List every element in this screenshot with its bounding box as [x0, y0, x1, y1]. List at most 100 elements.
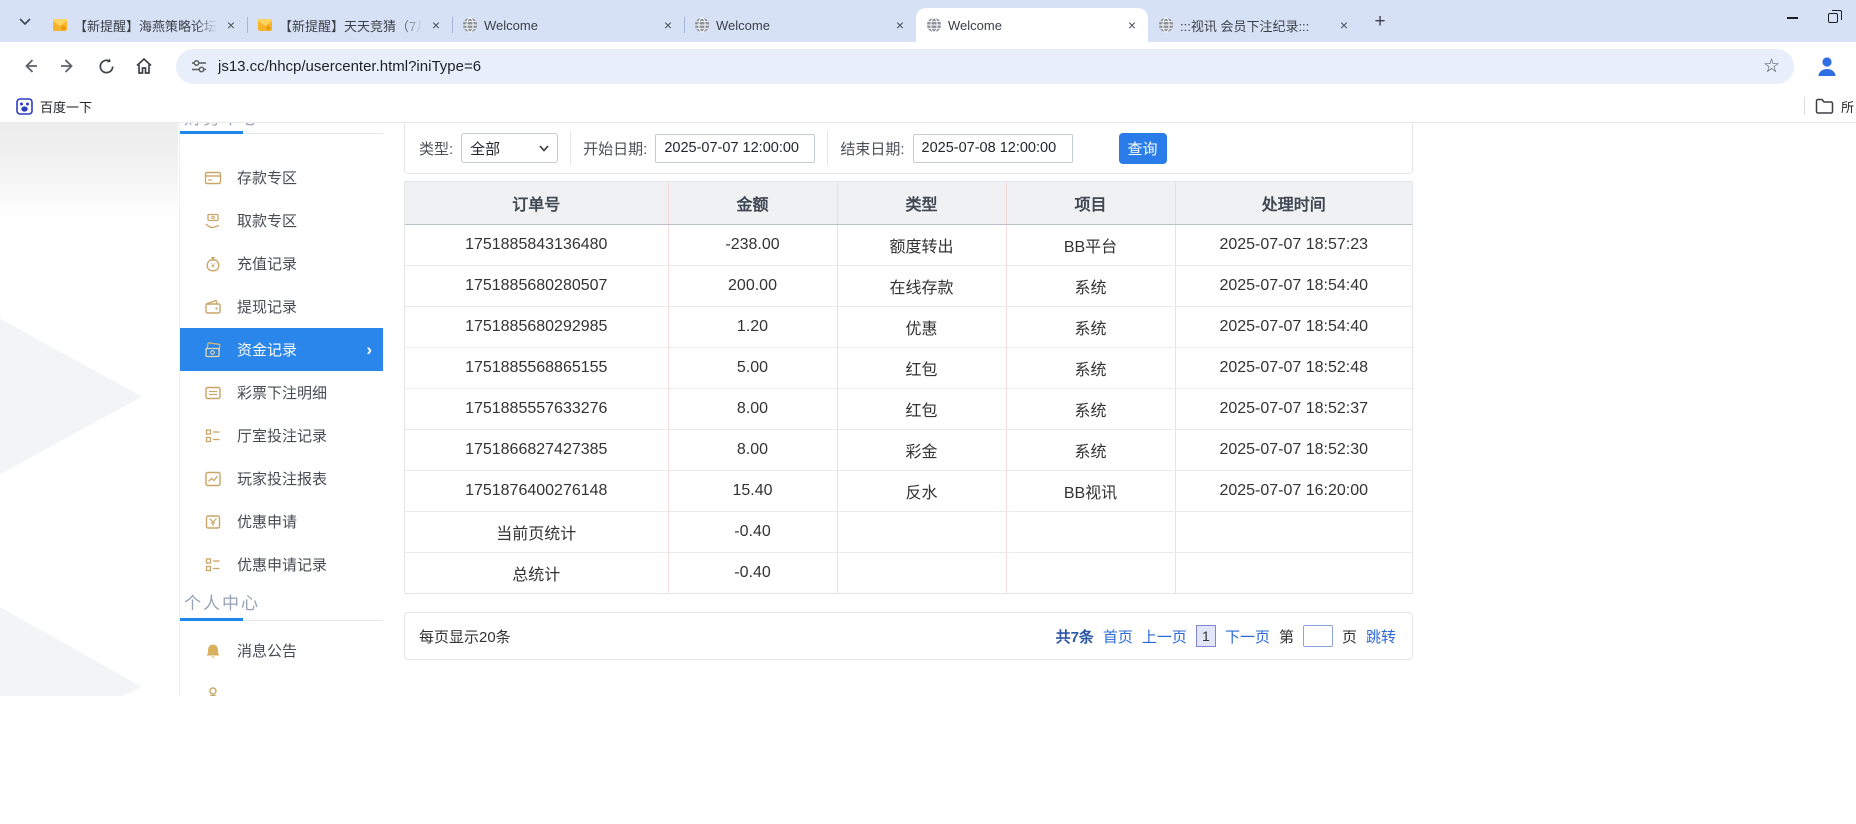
cell-order-id: 1751866827427385 — [405, 429, 668, 470]
browser-tab[interactable]: 【新提醒】天天竞猜（7月 × — [247, 8, 452, 42]
sidebar-item-messages[interactable]: 消息公告 — [180, 629, 383, 672]
reload-button[interactable] — [90, 50, 122, 82]
bookmarks-bar: 百度一下 所 — [0, 90, 1856, 123]
table-row: 17518855576332768.00红包系统2025-07-07 18:52… — [405, 388, 1412, 429]
sidebar-item-funds-record[interactable]: 资金记录 › — [180, 328, 383, 371]
globe-favicon-icon — [1158, 17, 1174, 33]
cell-type: 反水 — [837, 470, 1006, 511]
svg-text:¥: ¥ — [211, 262, 215, 269]
sidebar-item-label: 消息公告 — [237, 640, 297, 661]
tab-close-icon[interactable]: × — [223, 17, 239, 33]
url-text[interactable]: js13.cc/hhcp/usercenter.html?iniType=6 — [218, 58, 1755, 75]
sidebar-item-lottery-bet-detail[interactable]: 彩票下注明细 — [180, 371, 383, 414]
folder-icon — [1815, 98, 1834, 114]
cell-order-id: 1751876400276148 — [405, 470, 668, 511]
cell-project: BB视讯 — [1006, 470, 1175, 511]
tab-close-icon[interactable]: × — [1124, 17, 1140, 33]
tab-title: :::视讯 会员下注纪录::: — [1180, 16, 1330, 35]
cell-project: 系统 — [1006, 347, 1175, 388]
all-bookmarks-button[interactable]: 所 — [1815, 97, 1854, 116]
tab-search-button[interactable] — [8, 7, 42, 37]
cell-type: 红包 — [837, 388, 1006, 429]
cell-amount: 8.00 — [668, 429, 837, 470]
bookmark-star-icon[interactable]: ☆ — [1763, 55, 1780, 78]
browser-tab[interactable]: Welcome × — [684, 8, 916, 42]
window-minimize-button[interactable] — [1787, 17, 1798, 19]
start-date-input[interactable] — [655, 134, 815, 163]
first-page-link[interactable]: 首页 — [1103, 626, 1133, 647]
current-page-badge[interactable]: 1 — [1196, 625, 1216, 647]
cell-order-id: 1751885557633276 — [405, 388, 668, 429]
forward-button[interactable] — [52, 50, 84, 82]
browser-tab[interactable]: :::视讯 会员下注纪录::: × — [1148, 8, 1360, 42]
window-controls — [1769, 0, 1856, 36]
cell-type: 红包 — [837, 347, 1006, 388]
decorative-triangle — [0, 591, 142, 696]
tab-close-icon[interactable]: × — [428, 17, 444, 33]
sidebar-item-deposit-zone[interactable]: 存款专区 — [180, 156, 383, 199]
prev-page-link[interactable]: 上一页 — [1142, 626, 1187, 647]
tab-close-icon[interactable]: × — [892, 17, 908, 33]
sidebar-item-label: 彩票下注明细 — [237, 382, 327, 403]
browser-tab-active[interactable]: Welcome × — [916, 8, 1148, 42]
hand-money-icon — [204, 212, 222, 230]
sidebar-item-withdrawal-record[interactable]: 提现记录 — [180, 285, 383, 328]
sidebar-item-label: 优惠申请记录 — [237, 554, 327, 575]
decorative-triangle — [0, 281, 142, 491]
bell-icon — [204, 642, 222, 660]
globe-favicon-icon — [694, 17, 710, 33]
tab-close-icon[interactable]: × — [1336, 17, 1352, 33]
query-button[interactable]: 查询 — [1119, 133, 1167, 164]
browser-toolbar: js13.cc/hhcp/usercenter.html?iniType=6 ☆ — [0, 42, 1856, 90]
cell-amount: -0.40 — [668, 552, 837, 593]
sidebar-item-player-bet-report[interactable]: 玩家投注报表 — [180, 457, 383, 500]
end-date-label: 结束日期: — [840, 138, 904, 159]
cell-time: 2025-07-07 18:54:40 — [1175, 306, 1412, 347]
section-underline — [180, 131, 383, 134]
cell-amount: -0.40 — [668, 511, 837, 552]
section-underline — [180, 618, 383, 621]
sidebar-item-label: 玩家投注报表 — [237, 468, 327, 489]
browser-tab[interactable]: Welcome × — [452, 8, 684, 42]
sidebar-item-promo-apply-record[interactable]: 优惠申请记录 — [180, 543, 383, 586]
bookmark-baidu[interactable]: 百度一下 — [10, 94, 98, 119]
sidebar-item-withdraw-zone[interactable]: 取款专区 — [180, 199, 383, 242]
window-restore-button[interactable] — [1828, 13, 1838, 23]
sidebar-item-partial[interactable] — [180, 672, 383, 696]
tab-close-icon[interactable]: × — [660, 17, 676, 33]
address-bar[interactable]: js13.cc/hhcp/usercenter.html?iniType=6 ☆ — [176, 49, 1794, 84]
next-page-link[interactable]: 下一页 — [1225, 626, 1270, 647]
new-tab-button[interactable]: + — [1366, 8, 1394, 36]
table-row: 175187640027614815.40反水BB视讯2025-07-07 16… — [405, 470, 1412, 511]
tab-separator — [684, 17, 685, 33]
bookmarks-divider — [1804, 97, 1805, 115]
jump-button[interactable]: 跳转 — [1366, 626, 1396, 647]
back-button[interactable] — [14, 50, 46, 82]
cell-order-id: 1751885680280507 — [405, 265, 668, 306]
section-title: 个人中心 — [180, 592, 383, 616]
type-select[interactable]: 全部 — [461, 133, 558, 163]
all-bookmarks-label: 所 — [1841, 97, 1854, 116]
sidebar-item-promo-apply[interactable]: 优惠申请 — [180, 500, 383, 543]
sidebar-item-recharge-record[interactable]: ¥ 充值记录 — [180, 242, 383, 285]
type-label: 类型: — [419, 138, 453, 159]
browser-tab[interactable]: 【新提醒】海燕策略论坛综 × — [42, 8, 247, 42]
end-date-input[interactable] — [913, 134, 1073, 163]
cash-icon — [204, 341, 222, 359]
cell-amount: 1.20 — [668, 306, 837, 347]
table-row: 1751885680280507200.00在线存款系统2025-07-07 1… — [405, 265, 1412, 306]
sidebar-item-hall-bet-record[interactable]: 厅室投注记录 — [180, 414, 383, 457]
profile-button[interactable] — [1810, 49, 1844, 83]
col-time: 处理时间 — [1175, 182, 1412, 224]
tab-title: 【新提醒】天天竞猜（7月 — [279, 16, 422, 35]
filter-end-group: 结束日期: — [827, 131, 1084, 165]
avatar-icon — [1814, 53, 1840, 79]
home-button[interactable] — [128, 50, 160, 82]
cell-summary-label: 总统计 — [405, 552, 668, 593]
tab-separator — [452, 17, 453, 33]
tab-title: Welcome — [484, 18, 654, 33]
sidebar: 财务中心 存款专区 取款专区 ¥ 充值记录 提现记录 资金记录 — [179, 123, 383, 696]
cell-order-id: 1751885568865155 — [405, 347, 668, 388]
jump-page-input[interactable] — [1303, 625, 1333, 647]
sidebar-item-label: 取款专区 — [237, 210, 297, 231]
